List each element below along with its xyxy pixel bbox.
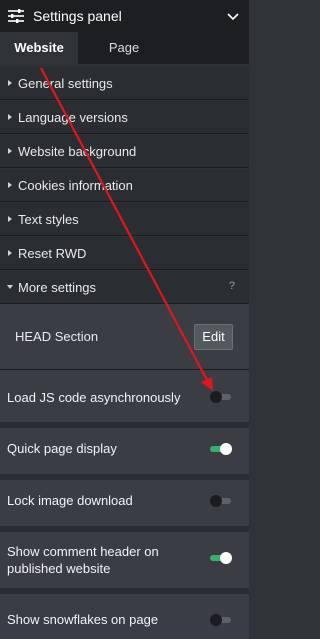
load-js-async-toggle[interactable] [210, 391, 231, 403]
menu-item-label: Text styles [18, 212, 79, 227]
setting-show-snowflakes: Show snowflakes on page [0, 594, 249, 639]
show-comment-header-toggle[interactable] [210, 552, 232, 564]
lock-image-download-toggle[interactable] [210, 495, 231, 507]
setting-lock-image-download: Lock image download [0, 480, 249, 532]
caret-right-icon [8, 216, 12, 222]
head-section-label: HEAD Section [15, 329, 99, 344]
setting-label: Show snowflakes on page [7, 612, 159, 627]
menu-item-label: Reset RWD [18, 246, 87, 261]
quick-page-display-toggle[interactable] [210, 443, 232, 455]
menu-item-cookies-information[interactable]: Cookies information [0, 169, 249, 202]
menu-item-language-versions[interactable]: Language versions [0, 101, 249, 134]
setting-label: Load JS code asynchronously [7, 390, 181, 405]
panel-title: Settings panel [33, 8, 122, 24]
menu-item-label: Cookies information [18, 178, 133, 193]
setting-label: Show comment header on published website [7, 544, 159, 576]
menu-item-general-settings[interactable]: General settings [0, 67, 249, 100]
sliders-icon[interactable] [7, 7, 25, 25]
menu-item-label: General settings [18, 76, 113, 91]
caret-right-icon [8, 182, 12, 188]
menu-item-label: More settings [18, 280, 97, 295]
setting-show-comment-header: Show comment header on published website [0, 532, 249, 594]
menu-item-label: Website background [18, 144, 137, 159]
chevron-down-icon[interactable] [226, 9, 240, 23]
menu-item-reset-rwd[interactable]: Reset RWD [0, 237, 249, 270]
tab-page[interactable]: Page [78, 32, 170, 64]
menu-item-website-background[interactable]: Website background [0, 135, 249, 168]
tab-bar: Website Page [0, 32, 249, 64]
help-icon[interactable]: ? [229, 280, 235, 292]
show-snowflakes-toggle[interactable] [210, 614, 231, 626]
caret-right-icon [8, 250, 12, 256]
menu-item-more-settings[interactable]: More settings ? [0, 271, 249, 304]
setting-quick-page-display: Quick page display [0, 428, 249, 480]
menu-item-label: Language versions [18, 110, 128, 125]
caret-down-icon [7, 285, 13, 289]
caret-right-icon [8, 114, 12, 120]
caret-right-icon [8, 80, 12, 86]
edit-head-button[interactable]: Edit [194, 324, 233, 350]
setting-label: Lock image download [7, 493, 133, 508]
panel-header: Settings panel [0, 0, 249, 32]
setting-label: Quick page display [7, 441, 117, 456]
tab-website[interactable]: Website [0, 32, 78, 64]
menu-item-text-styles[interactable]: Text styles [0, 203, 249, 236]
caret-right-icon [8, 148, 12, 154]
head-section-row: HEAD Section Edit [0, 304, 249, 370]
setting-load-js-async: Load JS code asynchronously [0, 370, 249, 428]
